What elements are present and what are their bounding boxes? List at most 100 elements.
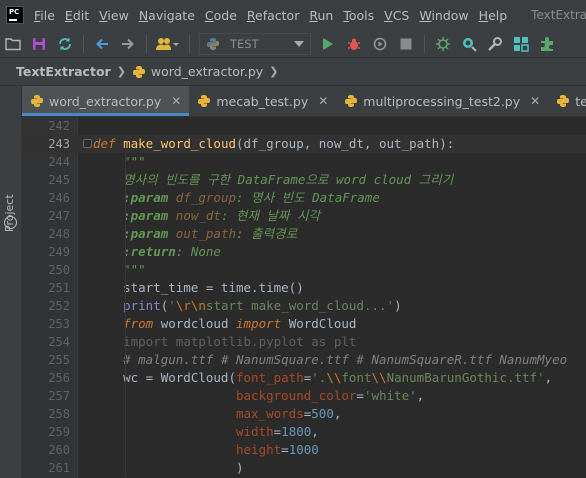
line-number: 252 [48, 299, 70, 313]
indent-guide [125, 153, 126, 477]
menu-help[interactable]: Help [479, 8, 508, 23]
code-text: :param df_group: 명사 빈도 DataFrame [123, 190, 380, 205]
breadcrumb-chevron-icon: ❯ [116, 65, 126, 78]
stop-icon[interactable] [395, 33, 417, 55]
menu-view[interactable]: View [99, 8, 129, 23]
code-text: height=1000 [236, 442, 319, 457]
tab-test1[interactable]: test1.py ✕ [548, 86, 586, 116]
line-number: 253 [48, 317, 70, 331]
close-icon[interactable]: ✕ [171, 94, 181, 108]
menu-window[interactable]: Window [419, 8, 468, 23]
line-number: 249 [48, 245, 70, 259]
breadcrumb-file[interactable]: word_extractor.py [151, 64, 263, 79]
menu-tools[interactable]: Tools [343, 8, 374, 23]
line-number: 261 [48, 461, 70, 475]
code-editor[interactable]: 242 243 def make_word_cloud(df_group, now_… [22, 117, 586, 478]
python-file-icon [557, 95, 570, 107]
tab-label: word_extractor.py [49, 93, 162, 109]
wrench-icon[interactable] [484, 33, 506, 55]
code-line[interactable]: 253 from wordcloud import WordCloud [22, 315, 586, 333]
close-icon[interactable]: ✕ [530, 94, 540, 108]
code-line[interactable]: 250 """ [22, 261, 586, 279]
code-line[interactable]: 258 max_words=500, [22, 405, 586, 423]
code-text: """ [123, 154, 146, 169]
window-title: TextExtractor - [531, 8, 586, 22]
forward-arrow-icon[interactable] [117, 33, 139, 55]
menu-file[interactable]: File [34, 8, 55, 23]
code-line[interactable]: 251 start_time = time.time() [22, 279, 586, 297]
toolbar-separator [424, 34, 425, 53]
project-structure-icon[interactable] [510, 33, 532, 55]
line-number: 243 [48, 137, 70, 151]
debug-icon[interactable] [343, 33, 365, 55]
left-tool-strip: Project [0, 86, 22, 478]
menu-run[interactable]: Run [309, 8, 333, 23]
python-file-icon [132, 65, 145, 78]
open-folder-icon[interactable] [2, 33, 24, 55]
toolbar-separator [146, 34, 147, 53]
users-dropdown-icon[interactable] [154, 33, 182, 55]
code-line[interactable]: 256 wc = WordCloud(font_path='.\\font\\N… [22, 369, 586, 387]
run-config-label: TEST [230, 36, 259, 51]
python-file-icon [198, 95, 211, 107]
tab-word-extractor[interactable]: word_extractor.py ✕ [22, 86, 190, 116]
line-number: 248 [48, 227, 70, 241]
code-line[interactable]: 247 :param now_dt: 현재 날짜 시각 [22, 207, 586, 225]
code-text: from wordcloud import WordCloud [123, 316, 357, 331]
breadcrumb: TextExtractor ❯ word_extractor.py ❯ [0, 58, 586, 86]
code-text: width=1800, [236, 424, 319, 439]
code-line[interactable]: 243 def make_word_cloud(df_group, now_dt,… [22, 135, 586, 153]
code-text: :param now_dt: 현재 날짜 시각 [123, 208, 321, 223]
code-line[interactable]: 260 height=1000 [22, 441, 586, 459]
coverage-icon[interactable] [369, 33, 391, 55]
close-icon[interactable]: ✕ [318, 94, 328, 108]
search-everywhere-icon[interactable] [458, 33, 480, 55]
code-line[interactable]: 244 """ [22, 153, 586, 171]
code-text: print('\r\nstart make_word_cloud...') [123, 298, 402, 313]
vcs-update-icon[interactable] [432, 33, 454, 55]
toolbar-separator [83, 34, 84, 53]
line-number: 251 [48, 281, 70, 295]
tab-label: test1.py [575, 93, 586, 109]
code-text: :return: None [123, 244, 221, 259]
tab-mecab-test[interactable]: mecab_test.py ✕ [189, 86, 336, 116]
toolbar-separator [189, 34, 190, 53]
code-line[interactable]: 248 :param out_path: 출력경로 [22, 225, 586, 243]
code-line[interactable]: 242 [22, 117, 586, 135]
menu-edit[interactable]: Edit [65, 8, 89, 23]
line-number: 259 [48, 425, 70, 439]
line-number: 257 [48, 389, 70, 403]
breadcrumb-chevron-icon: ❯ [269, 65, 279, 78]
breadcrumb-project[interactable]: TextExtractor [16, 64, 111, 79]
run-configuration-select[interactable]: TEST [199, 32, 311, 55]
line-number: 254 [48, 335, 70, 349]
code-line[interactable]: 249 :return: None [22, 243, 586, 261]
save-icon[interactable] [28, 33, 50, 55]
structure-icon[interactable] [4, 216, 17, 229]
code-line[interactable]: 255 # malgun.ttf # NanumSquare.ttf # Nan… [22, 351, 586, 369]
code-line[interactable]: 261 ) [22, 459, 586, 477]
code-line[interactable]: 259 width=1800, [22, 423, 586, 441]
menu-code[interactable]: Code [205, 8, 237, 23]
menu-vcs[interactable]: VCS [384, 8, 409, 23]
code-line[interactable]: 252 print('\r\nstart make_word_cloud...'… [22, 297, 586, 315]
python-icon [207, 37, 219, 50]
code-line[interactable]: 245 명사의 빈도를 구한 DataFrame으로 word cloud 그리… [22, 171, 586, 189]
code-text: # malgun.ttf # NanumSquare.ttf # NanumSq… [123, 352, 568, 367]
fold-toggle-icon[interactable] [83, 139, 92, 148]
line-number: 242 [48, 119, 70, 133]
tab-multiprocessing-test2[interactable]: multiprocessing_test2.py ✕ [336, 86, 548, 116]
code-text: :param out_path: 출력경로 [123, 226, 298, 241]
plugins-icon[interactable] [536, 33, 558, 55]
line-number: 260 [48, 443, 70, 457]
back-arrow-icon[interactable] [91, 33, 113, 55]
menu-refactor[interactable]: Refactor [247, 8, 299, 23]
run-icon[interactable] [317, 33, 339, 55]
menu-navigate[interactable]: Navigate [139, 8, 195, 23]
sync-icon[interactable] [54, 33, 76, 55]
line-number: 255 [48, 353, 70, 367]
code-line[interactable]: 246 :param df_group: 명사 빈도 DataFrame [22, 189, 586, 207]
python-file-icon [31, 95, 43, 107]
code-line[interactable]: 254 import matplotlib.pyplot as plt [22, 333, 586, 351]
code-line[interactable]: 257 background_color='white', [22, 387, 586, 405]
